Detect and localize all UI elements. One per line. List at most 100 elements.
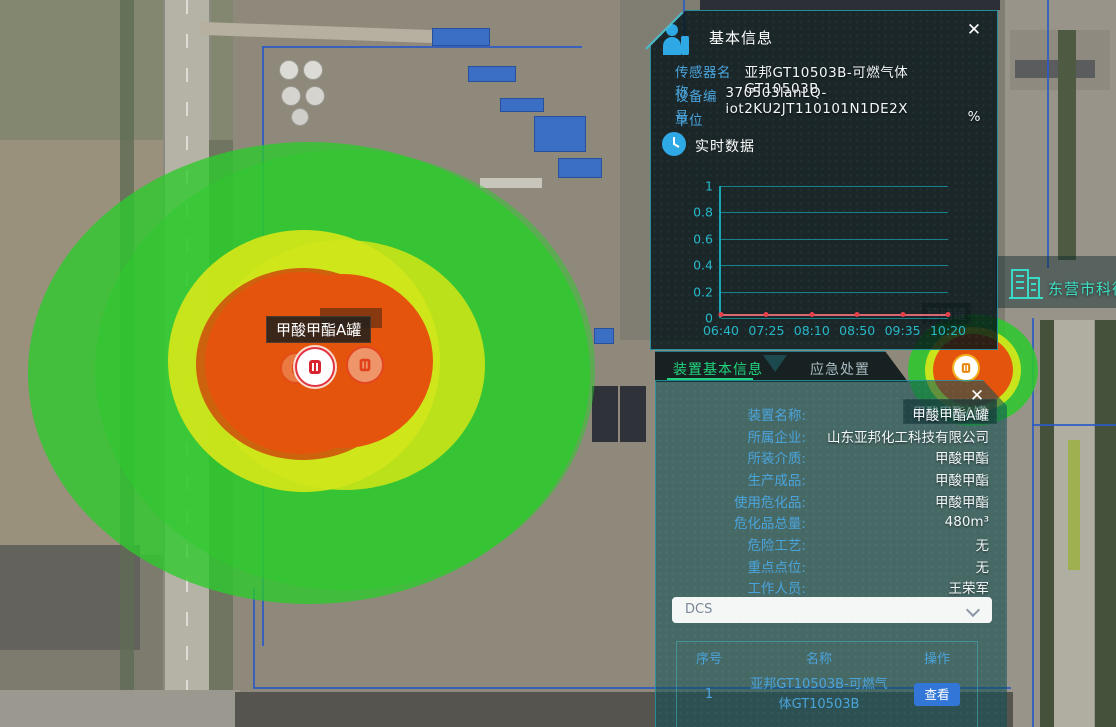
field-value: 无 xyxy=(806,556,989,576)
field-row: 装置名称:甲酸甲酯A罐 xyxy=(656,403,1008,425)
building-icon xyxy=(1006,260,1046,308)
view-button[interactable]: 查看 xyxy=(914,683,960,706)
enterprise-label[interactable]: 东营市科德化 xyxy=(1048,278,1116,299)
field-value: 甲酸甲酯 xyxy=(806,447,989,467)
field-label: 装置名称: xyxy=(656,404,806,424)
field-value: % xyxy=(968,109,981,129)
x-tick-label: 08:10 xyxy=(794,323,830,338)
tab-separator xyxy=(763,355,787,372)
close-icon[interactable]: ✕ xyxy=(963,19,985,41)
field-row: 危化品总量:480m³ xyxy=(656,511,1008,533)
gridline xyxy=(721,318,948,319)
y-tick-label: 1 xyxy=(673,179,713,194)
clock-icon xyxy=(661,131,687,161)
field-row: 危险工艺:无 xyxy=(656,533,1008,555)
storage-tank xyxy=(305,86,325,106)
field-label: 生产成品: xyxy=(656,469,806,489)
app-screen: 甲酸甲酯A罐 醇储罐 甲酸甲酯A罐 东营市科德化 基本信息 ✕ 传感器名称 亚邦… xyxy=(0,0,1116,727)
data-point xyxy=(764,312,769,317)
field-label: 工作人员: xyxy=(656,577,806,597)
y-tick-label: 0.8 xyxy=(673,205,713,220)
tank-marker-ghost-icon xyxy=(346,346,384,384)
field-label: 所装介质: xyxy=(656,447,806,467)
building xyxy=(500,98,544,112)
gridline xyxy=(721,186,948,187)
field-label: 危化品总量: xyxy=(656,512,806,532)
dcs-select[interactable]: DCS xyxy=(672,597,992,623)
data-point xyxy=(855,312,860,317)
x-tick-label: 08:50 xyxy=(839,323,875,338)
field-row: 所属企业:山东亚邦化工科技有限公司 xyxy=(656,425,1008,447)
column-header: 名称 xyxy=(741,642,897,671)
road-median xyxy=(1068,440,1080,570)
x-tick-label: 07:25 xyxy=(748,323,784,338)
warehouse xyxy=(620,386,646,442)
tree-row xyxy=(1058,30,1076,260)
tank-marker-icon[interactable] xyxy=(952,354,980,382)
x-tick-label: 09:35 xyxy=(885,323,921,338)
cell-no: 1 xyxy=(677,675,741,715)
table-row: 1 亚邦GT10503B-可燃气体GT10503B 查看 xyxy=(677,671,977,727)
field-label: 重点点位: xyxy=(656,556,806,576)
map-label-tank-a: 甲酸甲酯A罐 xyxy=(266,316,371,343)
tank-icon xyxy=(356,356,374,374)
field-row: 重点点位:无 xyxy=(656,555,1008,577)
device-panel-tabbar: 装置基本信息 应急处置 xyxy=(655,351,908,382)
building xyxy=(468,66,516,82)
field-label: 危险工艺: xyxy=(656,534,806,554)
building xyxy=(432,28,490,46)
tab-emergency-response[interactable]: 应急处置 xyxy=(810,359,870,379)
active-tab-underline xyxy=(667,378,753,380)
x-tick-label: 10:20 xyxy=(930,323,966,338)
field-value: 甲酸甲酯 xyxy=(806,491,989,511)
cell-action: 查看 xyxy=(897,675,977,715)
device-info-panel: ✕ 装置名称:甲酸甲酯A罐 所属企业:山东亚邦化工科技有限公司 所装介质:甲酸甲… xyxy=(655,380,1009,727)
boundary-line xyxy=(1032,424,1116,426)
field-label: 单位 xyxy=(675,109,703,129)
realtime-title: 实时数据 xyxy=(695,136,755,156)
info-row: 单位 % xyxy=(675,109,981,129)
dcs-select-value: DCS xyxy=(685,602,712,617)
y-tick-label: 0.6 xyxy=(673,231,713,246)
gridline xyxy=(721,292,948,293)
field-value: 480m³ xyxy=(806,514,989,530)
building xyxy=(534,116,586,152)
realtime-chart: 1 0.8 0.6 0.4 0.2 0 06:40 07:25 08:10 08… xyxy=(669,171,979,339)
table-header-row: 序号 名称 操作 xyxy=(677,642,977,671)
chevron-down-icon xyxy=(966,603,980,617)
gridline xyxy=(721,239,948,240)
x-tick-label: 06:40 xyxy=(703,323,739,338)
data-point xyxy=(809,312,814,317)
field-row: 生产成品:甲酸甲酯 xyxy=(656,468,1008,490)
building xyxy=(558,158,602,178)
storage-tank xyxy=(303,60,323,80)
gridline xyxy=(721,212,948,213)
building xyxy=(480,178,542,188)
tree-row xyxy=(1095,320,1116,727)
road-horizontal xyxy=(0,690,240,727)
panel-title: 基本信息 xyxy=(709,27,773,48)
sensor-table: 序号 名称 操作 1 亚邦GT10503B-可燃气体GT10503B 查看 xyxy=(676,641,978,727)
tank-icon xyxy=(959,361,973,375)
data-series-line xyxy=(721,314,948,316)
field-value: 山东亚邦化工科技有限公司 xyxy=(806,426,989,446)
tree-row xyxy=(1040,320,1054,727)
tank-icon xyxy=(305,357,325,377)
field-row: 所装介质:甲酸甲酯 xyxy=(656,446,1008,468)
basic-info-panel: 基本信息 ✕ 传感器名称 亚邦GT10503B-可燃气体GT10503B 设备编… xyxy=(650,10,998,350)
terrain-patch xyxy=(0,545,140,650)
device-fields: 装置名称:甲酸甲酯A罐 所属企业:山东亚邦化工科技有限公司 所装介质:甲酸甲酯 … xyxy=(656,403,1008,598)
field-row: 工作人员:王荣军 xyxy=(656,577,1008,599)
hazard-ring-severe xyxy=(253,274,433,448)
column-header: 序号 xyxy=(677,642,741,671)
storage-tank xyxy=(291,108,309,126)
boundary-line xyxy=(1047,0,1049,268)
tank-marker-icon[interactable] xyxy=(295,347,335,387)
cell-name: 亚邦GT10503B-可燃气体GT10503B xyxy=(741,675,897,715)
field-label: 所属企业: xyxy=(656,426,806,446)
data-point xyxy=(900,312,905,317)
boundary-line xyxy=(262,46,582,48)
tab-device-basic-info[interactable]: 装置基本信息 xyxy=(673,359,763,379)
field-label: 使用危化品: xyxy=(656,491,806,511)
building xyxy=(700,0,1000,10)
